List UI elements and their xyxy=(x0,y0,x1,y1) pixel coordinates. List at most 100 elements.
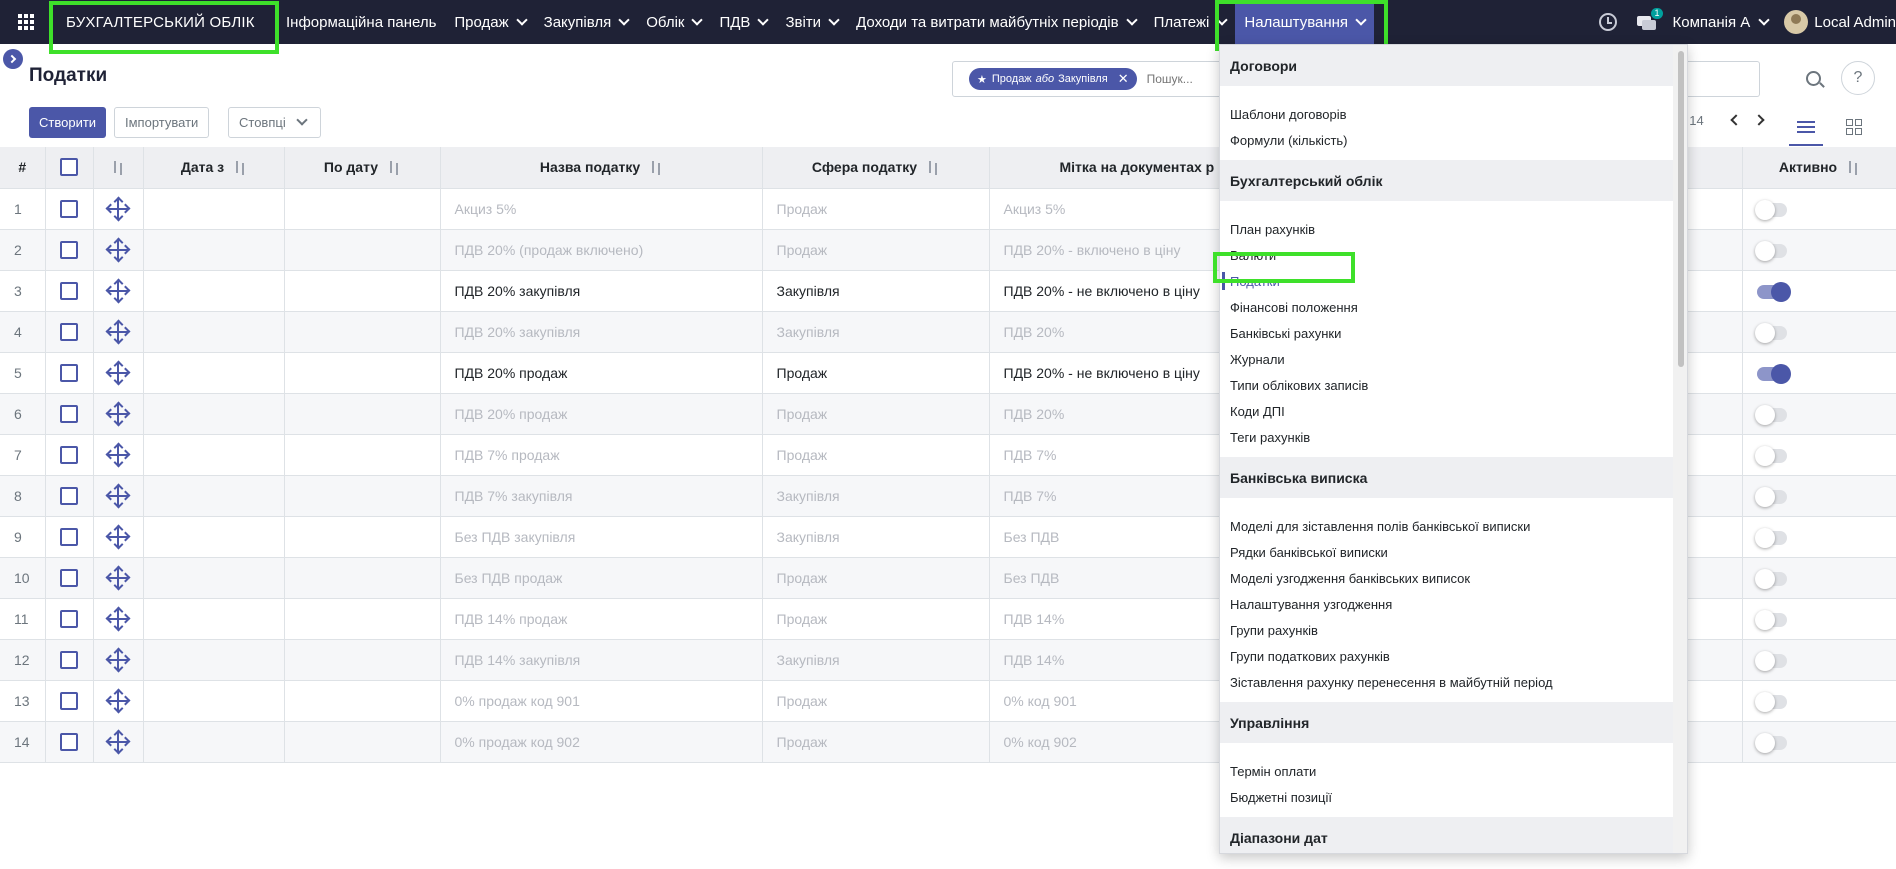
row-handle-cell[interactable] xyxy=(93,188,144,230)
apps-menu-button[interactable] xyxy=(0,0,52,44)
cell-tax-name[interactable]: 0% продаж код 901 xyxy=(440,680,763,722)
cell-tax-scope[interactable]: Продаж xyxy=(762,229,990,271)
row-select-cell[interactable] xyxy=(45,434,94,476)
row-select-cell[interactable] xyxy=(45,639,94,681)
active-toggle[interactable] xyxy=(1754,568,1787,589)
drag-handle-icon[interactable] xyxy=(105,606,131,631)
cell-tax-name[interactable]: Акциз 5% xyxy=(440,188,763,230)
cell-tax-scope[interactable]: Закупівля xyxy=(762,639,990,681)
column-header-tax-name[interactable]: Назва податку xyxy=(440,147,763,189)
menu-item-4[interactable]: ПДВ xyxy=(710,0,776,44)
cell-date-from[interactable] xyxy=(143,188,285,230)
cell-active[interactable] xyxy=(1742,721,1896,763)
kanban-view-icon[interactable] xyxy=(1846,119,1862,135)
cell-date-to[interactable] xyxy=(284,721,441,763)
cell-active[interactable] xyxy=(1742,434,1896,476)
menu-item-1[interactable]: Продаж xyxy=(445,0,534,44)
cell-active[interactable] xyxy=(1742,557,1896,599)
menu-item-5[interactable]: Звіти xyxy=(776,0,847,44)
row-select-cell[interactable] xyxy=(45,516,94,558)
drag-handle-icon[interactable] xyxy=(105,237,131,262)
active-toggle[interactable] xyxy=(1756,281,1791,302)
dropdown-item-групи-податкових-рахунків[interactable]: Групи податкових рахунків xyxy=(1220,643,1675,669)
cell-active[interactable] xyxy=(1742,680,1896,722)
app-brand[interactable]: БУХГАЛТЕРСЬКИЙ ОБЛІК xyxy=(52,0,277,44)
sort-icon[interactable] xyxy=(112,161,124,176)
dropdown-item-типи-облікових-записів[interactable]: Типи облікових записів xyxy=(1220,372,1675,398)
column-header-select-all[interactable] xyxy=(45,147,94,189)
row-select-cell[interactable] xyxy=(45,557,94,599)
row-handle-cell[interactable] xyxy=(93,598,144,640)
row-checkbox[interactable] xyxy=(60,404,78,423)
row-handle-cell[interactable] xyxy=(93,475,144,517)
row-select-cell[interactable] xyxy=(45,393,94,435)
cell-tax-name[interactable]: ПДВ 14% продаж xyxy=(440,598,763,640)
row-handle-cell[interactable] xyxy=(93,516,144,558)
row-checkbox[interactable] xyxy=(60,650,78,669)
drag-handle-icon[interactable] xyxy=(105,278,131,303)
cell-active[interactable] xyxy=(1742,393,1896,435)
column-header-tax-scope[interactable]: Сфера податку xyxy=(762,147,990,189)
cell-active[interactable] xyxy=(1742,311,1896,353)
cell-active[interactable] xyxy=(1742,188,1896,230)
dropdown-item-журнали[interactable]: Журнали xyxy=(1220,346,1675,372)
sidebar-toggle-button[interactable] xyxy=(3,49,23,69)
cell-active[interactable] xyxy=(1742,475,1896,517)
user-menu[interactable]: Local Admin xyxy=(1784,10,1896,34)
cell-tax-scope[interactable]: Продаж xyxy=(762,557,990,599)
sort-icon[interactable] xyxy=(650,161,662,176)
drag-handle-icon[interactable] xyxy=(105,360,131,385)
sort-icon[interactable] xyxy=(388,161,400,176)
row-select-cell[interactable] xyxy=(45,680,94,722)
dropdown-item-формули-кількість[interactable]: Формули (кількість) xyxy=(1220,127,1675,153)
row-checkbox[interactable] xyxy=(60,322,78,341)
cell-tax-scope[interactable]: Продаж xyxy=(762,598,990,640)
facet-remove-icon[interactable]: ✕ xyxy=(1118,71,1129,87)
sort-icon[interactable] xyxy=(927,161,939,176)
dropdown-item-шаблони-договорів[interactable]: Шаблони договорів xyxy=(1220,101,1675,127)
cell-tax-scope[interactable]: Продаж xyxy=(762,188,990,230)
drag-handle-icon[interactable] xyxy=(105,524,131,549)
active-toggle[interactable] xyxy=(1754,240,1787,261)
cell-date-from[interactable] xyxy=(143,598,285,640)
row-select-cell[interactable] xyxy=(45,311,94,353)
cell-date-to[interactable] xyxy=(284,393,441,435)
cell-date-to[interactable] xyxy=(284,270,441,312)
cell-date-from[interactable] xyxy=(143,557,285,599)
activity-clock-icon[interactable] xyxy=(1598,13,1617,31)
cell-tax-name[interactable]: ПДВ 20% (продаж включено) xyxy=(440,229,763,271)
row-checkbox[interactable] xyxy=(60,568,78,587)
cell-active[interactable] xyxy=(1742,270,1896,312)
drag-handle-icon[interactable] xyxy=(105,401,131,426)
list-view-icon[interactable] xyxy=(1797,121,1815,133)
cell-active[interactable] xyxy=(1742,639,1896,681)
cell-date-to[interactable] xyxy=(284,434,441,476)
cell-tax-name[interactable]: Без ПДВ продаж xyxy=(440,557,763,599)
cell-tax-scope[interactable]: Продаж xyxy=(762,434,990,476)
cell-date-from[interactable] xyxy=(143,639,285,681)
cell-tax-scope[interactable]: Закупівля xyxy=(762,270,990,312)
dropdown-item-налаштування-узгодження[interactable]: Налаштування узгодження xyxy=(1220,591,1675,617)
cell-date-to[interactable] xyxy=(284,475,441,517)
row-handle-cell[interactable] xyxy=(93,270,144,312)
sort-icon[interactable] xyxy=(1847,161,1859,176)
cell-tax-name[interactable]: ПДВ 20% продаж xyxy=(440,393,763,435)
column-header-active[interactable]: Активно xyxy=(1742,147,1896,189)
active-toggle[interactable] xyxy=(1754,527,1787,548)
cell-date-from[interactable] xyxy=(143,434,285,476)
cell-date-to[interactable] xyxy=(284,598,441,640)
cell-date-from[interactable] xyxy=(143,721,285,763)
row-handle-cell[interactable] xyxy=(93,229,144,271)
row-handle-cell[interactable] xyxy=(93,639,144,681)
active-toggle[interactable] xyxy=(1754,322,1787,343)
search-icon[interactable] xyxy=(1806,71,1821,86)
cell-tax-scope[interactable]: Закупівля xyxy=(762,475,990,517)
row-checkbox[interactable] xyxy=(60,609,78,628)
cell-date-from[interactable] xyxy=(143,680,285,722)
row-select-cell[interactable] xyxy=(45,270,94,312)
cell-tax-scope[interactable]: Продаж xyxy=(762,721,990,763)
create-button[interactable]: Створити xyxy=(29,107,107,138)
dropdown-item-податки[interactable]: Податки xyxy=(1220,268,1675,294)
cell-active[interactable] xyxy=(1742,516,1896,558)
active-toggle[interactable] xyxy=(1756,363,1791,384)
